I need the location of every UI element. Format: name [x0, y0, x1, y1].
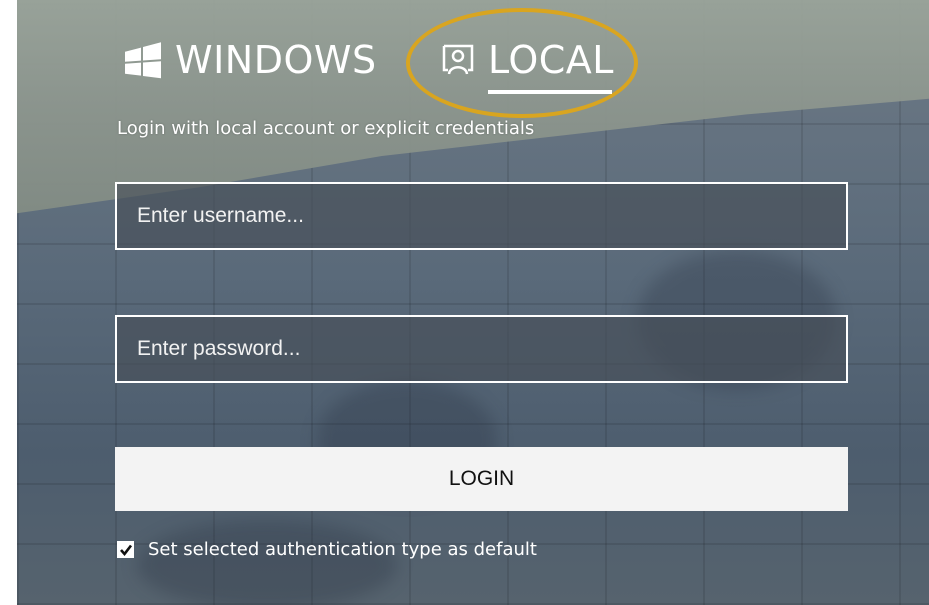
default-auth-label: Set selected authentication type as defa… [148, 539, 537, 560]
tab-local[interactable]: LOCAL [434, 38, 614, 82]
checkmark-icon [119, 544, 132, 556]
default-auth-checkbox[interactable] [117, 541, 134, 558]
windows-logo-icon [125, 42, 161, 79]
username-input[interactable] [115, 182, 848, 250]
background-texture [137, 520, 397, 605]
password-input[interactable] [115, 315, 848, 383]
default-auth-option: Set selected authentication type as defa… [117, 539, 537, 560]
login-button[interactable]: LOGIN [115, 447, 848, 511]
tab-local-label: LOCAL [488, 38, 614, 82]
tab-selected-indicator [488, 90, 612, 94]
tab-windows[interactable]: WINDOWS [121, 38, 377, 82]
tab-windows-label: WINDOWS [175, 38, 377, 82]
local-account-icon [442, 44, 474, 75]
login-subtitle: Login with local account or explicit cre… [117, 118, 535, 139]
